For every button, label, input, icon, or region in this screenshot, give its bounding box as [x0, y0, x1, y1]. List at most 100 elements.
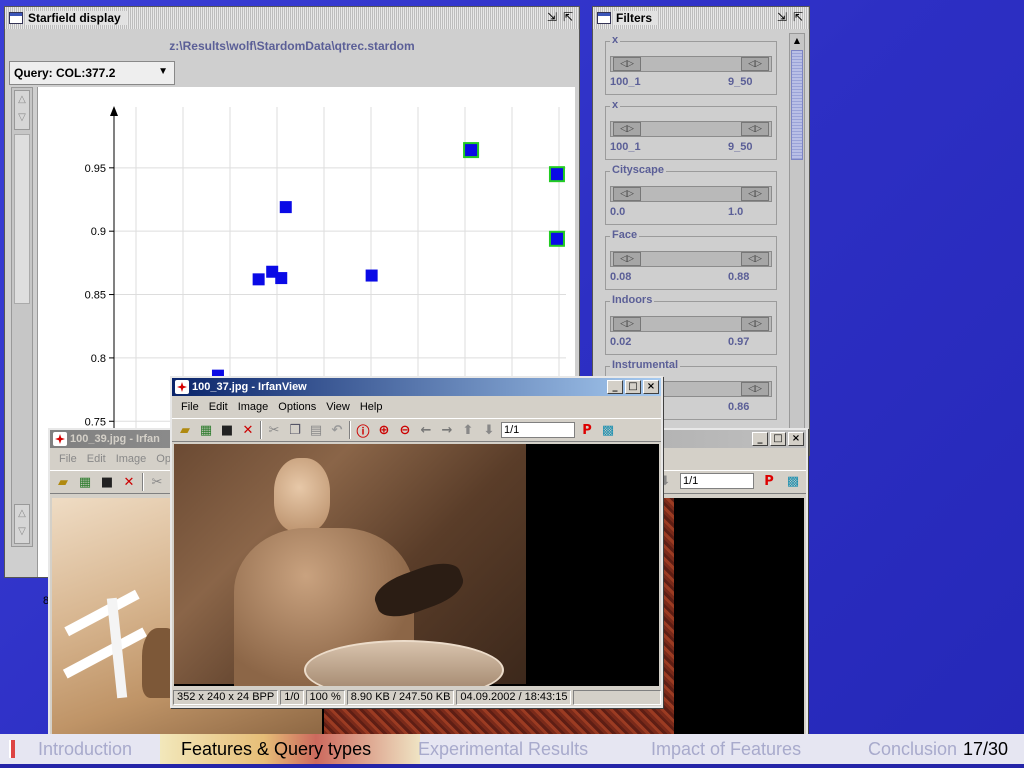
copy-icon[interactable]: ❐	[286, 421, 304, 439]
filters-titlebar[interactable]: Filters ⇲ ⇱	[593, 7, 809, 29]
next-icon[interactable]: →	[438, 421, 456, 439]
filter-range-slider[interactable]: ◁▷ ◁▷	[610, 316, 772, 332]
irfanview-icon[interactable]: ▩	[599, 421, 617, 439]
irfanview-icon[interactable]: ▩	[784, 472, 802, 490]
nav-item-impact-of-features[interactable]: Impact of Features	[651, 739, 801, 760]
slider-left-handle-icon[interactable]: ◁▷	[613, 317, 641, 331]
scroll-up-icon[interactable]: ▲	[791, 35, 803, 47]
minimize-icon[interactable]: _	[752, 432, 768, 446]
menu-options[interactable]: Options	[273, 401, 321, 413]
filter-range-slider[interactable]: ◁▷ ◁▷	[610, 251, 772, 267]
y-tick-label: 0.8	[91, 353, 106, 365]
menu-view[interactable]: View	[321, 401, 355, 413]
slider-left-handle-icon[interactable]: ◁▷	[613, 252, 641, 266]
close-icon[interactable]: ×	[788, 432, 804, 446]
info-icon[interactable]: ⓘ	[354, 421, 372, 440]
minimize-icon[interactable]: ⇲	[777, 11, 787, 23]
filter-group: Indoors ◁▷ ◁▷ 0.02 0.97	[605, 294, 777, 355]
maximize-icon[interactable]: ⇱	[793, 11, 803, 23]
menu-edit[interactable]: Edit	[204, 401, 233, 413]
scatter-point[interactable]	[275, 272, 288, 285]
scatter-point-selected[interactable]	[548, 166, 565, 183]
page-field[interactable]: 1/1	[680, 473, 754, 489]
filter-label: Instrumental	[610, 359, 681, 371]
minimize-icon[interactable]: ⇲	[547, 11, 557, 23]
menu-image[interactable]: Image	[233, 401, 274, 413]
filter-max-value: 0.88	[728, 271, 750, 283]
filter-min-value: 100_1	[610, 76, 641, 88]
nav-item-conclusion[interactable]: Conclusion	[868, 739, 957, 760]
print-icon[interactable]: P	[578, 421, 596, 439]
slider-right-handle-icon[interactable]: ◁▷	[741, 382, 769, 396]
slider-right-handle-icon[interactable]: ◁▷	[741, 122, 769, 136]
close-icon[interactable]: ×	[643, 380, 659, 394]
irfanview-front-titlebar[interactable]: 100_37.jpg - IrfanView _ □ ×	[172, 378, 661, 396]
slider-right-handle-icon[interactable]: ◁▷	[741, 187, 769, 201]
filter-range-slider[interactable]: ◁▷ ◁▷	[610, 186, 772, 202]
open-folder-icon[interactable]: ▰	[176, 421, 194, 439]
slideshow-icon[interactable]: ▦	[197, 421, 215, 439]
delete-icon[interactable]: ✕	[120, 473, 138, 491]
scatter-point-selected[interactable]	[548, 230, 565, 247]
delete-icon[interactable]: ✕	[239, 421, 257, 439]
window-icon	[597, 12, 611, 24]
irfanview-front-menubar: File Edit Image Options View Help	[172, 398, 661, 416]
minimize-icon[interactable]: _	[607, 380, 623, 394]
filters-scrollbar[interactable]: ▲	[789, 33, 805, 453]
scatter-point[interactable]	[252, 273, 265, 286]
slideshow-icon[interactable]: ▦	[76, 473, 94, 491]
scatter-point[interactable]	[279, 201, 292, 214]
starfield-title: Starfield display	[26, 11, 127, 25]
slider-left-handle-icon[interactable]: ◁▷	[613, 57, 641, 71]
photo-figure-head	[274, 458, 330, 532]
scroll-up-icon[interactable]: △ ▽	[14, 90, 30, 130]
next-page-icon[interactable]: ⬇	[480, 421, 498, 439]
filter-range-slider[interactable]: ◁▷ ◁▷	[610, 56, 772, 72]
page-field[interactable]: 1/1	[501, 422, 575, 438]
vertical-scrollbar[interactable]: △ ▽ △ ▽	[11, 87, 33, 547]
slide-page-number: 17/30	[963, 739, 1009, 759]
starfield-titlebar[interactable]: Starfield display ⇲ ⇱	[5, 7, 579, 29]
maximize-icon[interactable]: ⇱	[563, 11, 573, 23]
undo-icon[interactable]: ↶	[328, 421, 346, 439]
slider-right-handle-icon[interactable]: ◁▷	[741, 252, 769, 266]
slider-left-handle-icon[interactable]: ◁▷	[613, 187, 641, 201]
filter-range-slider[interactable]: ◁▷ ◁▷	[610, 121, 772, 137]
zoom-in-icon[interactable]: ⊕	[375, 421, 393, 439]
maximize-icon[interactable]: □	[625, 380, 641, 394]
scatter-point-selected[interactable]	[463, 142, 480, 159]
menu-file[interactable]: File	[54, 453, 82, 465]
scatter-point[interactable]	[365, 269, 378, 282]
filter-min-value: 0.02	[610, 336, 632, 348]
cut-icon[interactable]: ✂	[265, 421, 283, 439]
maximize-icon[interactable]: □	[770, 432, 786, 446]
save-icon[interactable]: ■	[218, 421, 236, 439]
irfanview-front-toolbar: ▰ ▦ ■ ✕ ✂ ❐ ▤ ↶ ⓘ ⊕ ⊖ ← → ⬆ ⬇ 1/1 P ▩	[172, 418, 661, 442]
filter-min-value: 0.0	[610, 206, 626, 218]
previous-page-icon[interactable]: ⬆	[459, 421, 477, 439]
save-icon[interactable]: ■	[98, 473, 116, 491]
zoom-out-icon[interactable]: ⊖	[396, 421, 414, 439]
slider-left-handle-icon[interactable]: ◁▷	[613, 122, 641, 136]
open-folder-icon[interactable]: ▰	[54, 473, 72, 491]
previous-icon[interactable]: ←	[417, 421, 435, 439]
scroll-thumb[interactable]	[791, 50, 803, 160]
slider-right-handle-icon[interactable]: ◁▷	[741, 57, 769, 71]
menu-edit[interactable]: Edit	[82, 453, 111, 465]
nav-item-experimental-results[interactable]: Experimental Results	[418, 739, 588, 760]
scroll-thumb[interactable]	[14, 134, 30, 304]
file-path: z:\Results\wolf\StardomData\qtrec.stardo…	[169, 39, 415, 53]
scroll-down-icon[interactable]: △ ▽	[14, 504, 30, 544]
cut-icon[interactable]: ✂	[148, 473, 166, 491]
nav-item-features[interactable]: Features & Query types	[181, 739, 371, 760]
menu-file[interactable]: File	[176, 401, 204, 413]
query-select[interactable]: Query: COL:377.2 ▼	[9, 61, 175, 85]
slider-right-handle-icon[interactable]: ◁▷	[741, 317, 769, 331]
menu-image[interactable]: Image	[111, 453, 152, 465]
filter-group: Cityscape ◁▷ ◁▷ 0.0 1.0	[605, 164, 777, 225]
print-icon[interactable]: P	[760, 472, 778, 490]
y-tick-label: 0.95	[85, 163, 106, 175]
menu-help[interactable]: Help	[355, 401, 388, 413]
paste-icon[interactable]: ▤	[307, 421, 325, 439]
nav-item-introduction[interactable]: Introduction	[38, 739, 132, 760]
